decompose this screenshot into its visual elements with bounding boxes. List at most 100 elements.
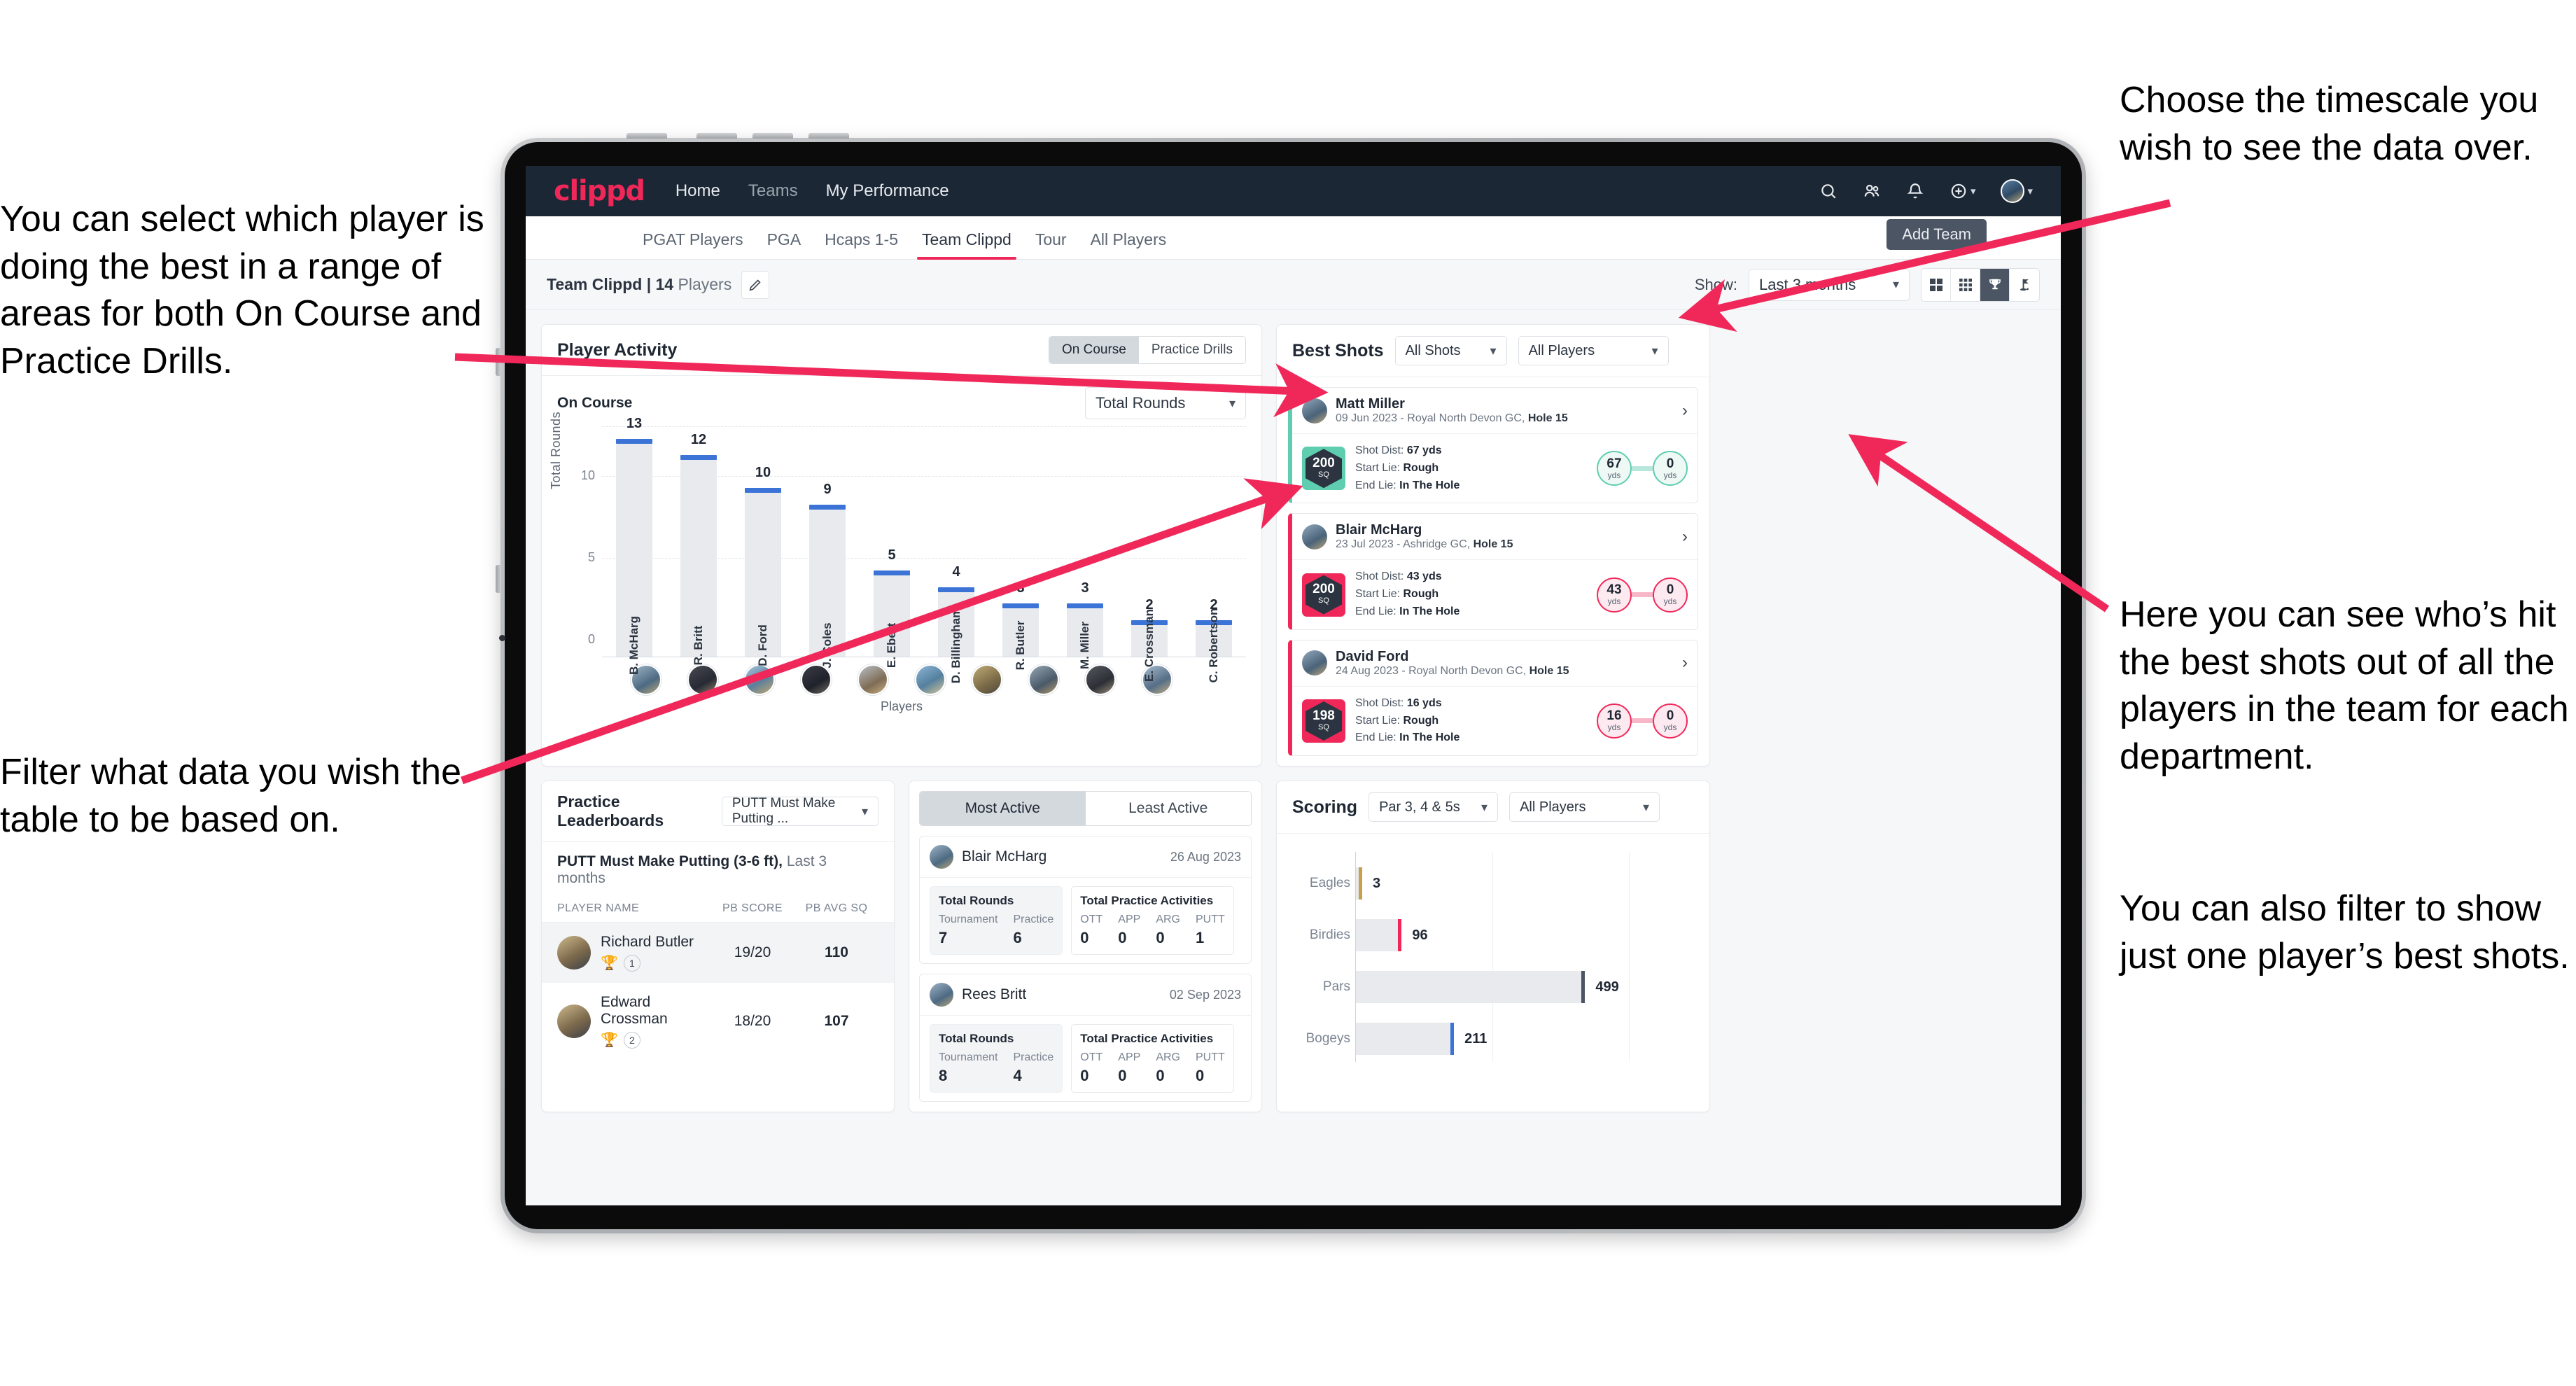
chart-bar[interactable]: 4 D. Billingham <box>938 564 974 683</box>
activity-player-card[interactable]: Rees Britt 02 Sep 2023 Total Rounds Tournam… <box>919 974 1252 1102</box>
view-mode-grid-4[interactable] <box>1921 268 1951 301</box>
timescale-select[interactable]: Last 3 months ▾ <box>1749 268 1910 301</box>
view-mode-trophy[interactable] <box>1980 268 2010 301</box>
avatar[interactable] <box>801 664 832 695</box>
scoring-player-value: All Players <box>1520 799 1586 815</box>
chart-bar[interactable]: 2 C. Robertson <box>1196 597 1232 682</box>
chart-bar[interactable]: 13 B. McHarg <box>616 416 652 675</box>
leaderboard-row[interactable]: Richard Butler 🏆 1 19/20 110 <box>542 923 894 983</box>
chart-bar[interactable]: 3 M. Miller <box>1067 580 1103 669</box>
add-team-button[interactable]: Add Team <box>1886 219 1987 250</box>
scoring-bar-row[interactable]: Birdies 96 <box>1310 919 1428 952</box>
scoring-bar-row[interactable]: Pars 499 <box>1323 971 1619 1004</box>
avatar[interactable] <box>858 664 889 695</box>
bar-category-label: R. Butler <box>1014 620 1027 671</box>
shot-dist-row: Shot Dist: 43 yds <box>1355 570 1442 583</box>
scoring-par-filter[interactable]: Par 3, 4 & 5s ▾ <box>1368 792 1499 822</box>
nav-link-home[interactable]: Home <box>676 181 720 201</box>
best-shot-identity: David Ford 24 Aug 2023 - Royal North Devo… <box>1336 649 1569 678</box>
plus-circle-icon[interactable]: ▾ <box>1949 182 1975 200</box>
practice-activities-panel: Total Practice Activities OTT 0 APP 0 ARG 0 PUT… <box>1071 886 1234 955</box>
tab-least-active[interactable]: Least Active <box>1085 792 1251 826</box>
leaderboard-row[interactable]: Edward Crossman 🏆 2 18/20 107 <box>542 983 894 1060</box>
chart-bar-group[interactable]: 2 E. Crossman <box>1117 426 1182 682</box>
chart-bar-group[interactable]: 3 R. Butler <box>988 426 1053 670</box>
chart-bar-group[interactable]: 3 M. Miller <box>1053 426 1117 669</box>
nav-link-teams[interactable]: Teams <box>748 181 798 201</box>
scoring-bar[interactable] <box>1356 1023 1455 1056</box>
device-button-top-1 <box>626 133 667 139</box>
tab-pgat-players[interactable]: PGAT Players <box>631 230 755 259</box>
nav-link-my-performance[interactable]: My Performance <box>826 181 949 201</box>
chart-bar-group[interactable]: 4 D. Billingham <box>924 426 988 683</box>
scoring-bar[interactable] <box>1356 919 1402 952</box>
people-icon[interactable] <box>1863 182 1881 200</box>
view-mode-golf-flag[interactable] <box>2010 269 2039 301</box>
avatar[interactable] <box>914 664 946 695</box>
bell-icon[interactable] <box>1906 182 1924 200</box>
best-shot-item[interactable]: Matt Miller 09 Jun 2023 - Royal North Dev… <box>1288 387 1698 504</box>
rounds-metric-value: 7 <box>939 929 948 947</box>
chart-bar[interactable]: 2 E. Crossman <box>1131 597 1168 682</box>
toggle-practice-drills[interactable]: Practice Drills <box>1138 337 1245 363</box>
scoring-bar[interactable] <box>1356 867 1362 900</box>
chevron-down-icon: ▾ <box>1490 343 1497 358</box>
drill-select[interactable]: PUTT Must Make Putting ... ▾ <box>721 796 878 827</box>
tab-most-active[interactable]: Most Active <box>920 792 1086 826</box>
chevron-right-icon[interactable]: › <box>1682 527 1688 547</box>
chart-bar-group[interactable]: 10 D. Ford <box>731 426 795 666</box>
rounds-metric-key: Tournament <box>939 913 998 926</box>
search-icon[interactable] <box>1819 182 1837 200</box>
view-mode-grid-9[interactable] <box>1951 268 1980 301</box>
chart-bar-group[interactable]: 13 B. McHarg <box>602 416 666 675</box>
chart-bar[interactable]: 10 D. Ford <box>745 465 781 666</box>
chevron-right-icon[interactable]: › <box>1682 653 1688 673</box>
best-shot-item[interactable]: David Ford 24 Aug 2023 - Royal North Devo… <box>1288 639 1698 757</box>
rounds-metric: Practice 6 <box>1014 913 1054 947</box>
chart-bar-group[interactable]: 9 J. Coles <box>795 426 860 668</box>
navbar-actions: ▾ ▾ <box>1819 179 2033 203</box>
chart-bar-group[interactable]: 2 C. Robertson <box>1182 426 1246 682</box>
best-shot-item[interactable]: Blair McHarg 23 Jul 2023 - Ashridge GC, H… <box>1288 513 1698 630</box>
end-lie-value: In The Hole <box>1399 605 1460 617</box>
tab-all-players[interactable]: All Players <box>1079 230 1179 259</box>
end-lie-row: End Lie: In The Hole <box>1355 605 1460 617</box>
chart-bar[interactable]: 3 R. Butler <box>1002 580 1039 670</box>
best-shots-shot-filter[interactable]: All Shots ▾ <box>1394 336 1507 365</box>
activity-player-card[interactable]: Blair McHarg 26 Aug 2023 Total Rounds Tourn… <box>919 836 1252 965</box>
clippd-logo[interactable]: clippd <box>554 175 645 207</box>
metric-select[interactable]: Total Rounds ▾ <box>1085 387 1246 419</box>
avatar[interactable] <box>1028 664 1059 695</box>
chart-bar[interactable]: 9 J. Coles <box>809 482 846 668</box>
scoring-bar-row[interactable]: Eagles 3 <box>1310 867 1380 900</box>
edit-team-button[interactable] <box>741 270 770 299</box>
best-shots-player-filter[interactable]: All Players ▾ <box>1518 336 1669 365</box>
scoring-bar-row[interactable]: Bogeys 211 <box>1306 1023 1487 1056</box>
team-subbar: Team Clippd | 14 Players Show: Last 3 mo… <box>526 260 2061 310</box>
chart-bar-group[interactable]: 12 R. Britt <box>666 426 731 665</box>
scoring-player-filter[interactable]: All Players ▾ <box>1509 792 1660 822</box>
avatar-menu[interactable]: ▾ <box>2001 179 2033 203</box>
toggle-on-course[interactable]: On Course <box>1049 337 1139 363</box>
start-distance-value: 16 <box>1606 708 1622 724</box>
shot-dist-value: 67 yds <box>1406 444 1442 456</box>
chart-bar-group[interactable]: 5 E. Ebert <box>860 426 924 668</box>
chart-bars: 13 B. McHarg 12 R. Britt 10 D. Ford 9 J. Coles 5… <box>602 416 1246 683</box>
avatar[interactable] <box>743 664 775 695</box>
avatar[interactable] <box>971 664 1002 695</box>
avatar[interactable] <box>687 664 718 695</box>
tab-pga[interactable]: PGA <box>755 230 813 259</box>
chevron-right-icon[interactable]: › <box>1682 401 1688 421</box>
best-shots-header: Best Shots All Shots ▾ All Players ▾ <box>1277 325 1709 377</box>
chart-bar[interactable]: 12 R. Britt <box>680 432 717 665</box>
end-distance-unit: yds <box>1663 470 1677 480</box>
end-lie-row: End Lie: In The Hole <box>1355 732 1460 744</box>
tab-hcaps-1-5[interactable]: Hcaps 1-5 <box>813 230 910 259</box>
best-shots-title: Best Shots <box>1292 340 1384 360</box>
chart-bar[interactable]: 5 E. Ebert <box>874 547 910 668</box>
team-name-count: Team Clippd | 14 <box>547 275 674 293</box>
chart-y-axis-label: Total Rounds <box>549 411 563 489</box>
tab-tour[interactable]: Tour <box>1023 230 1079 259</box>
tab-team-clippd[interactable]: Team Clippd <box>910 230 1023 260</box>
scoring-bar[interactable] <box>1356 971 1586 1004</box>
